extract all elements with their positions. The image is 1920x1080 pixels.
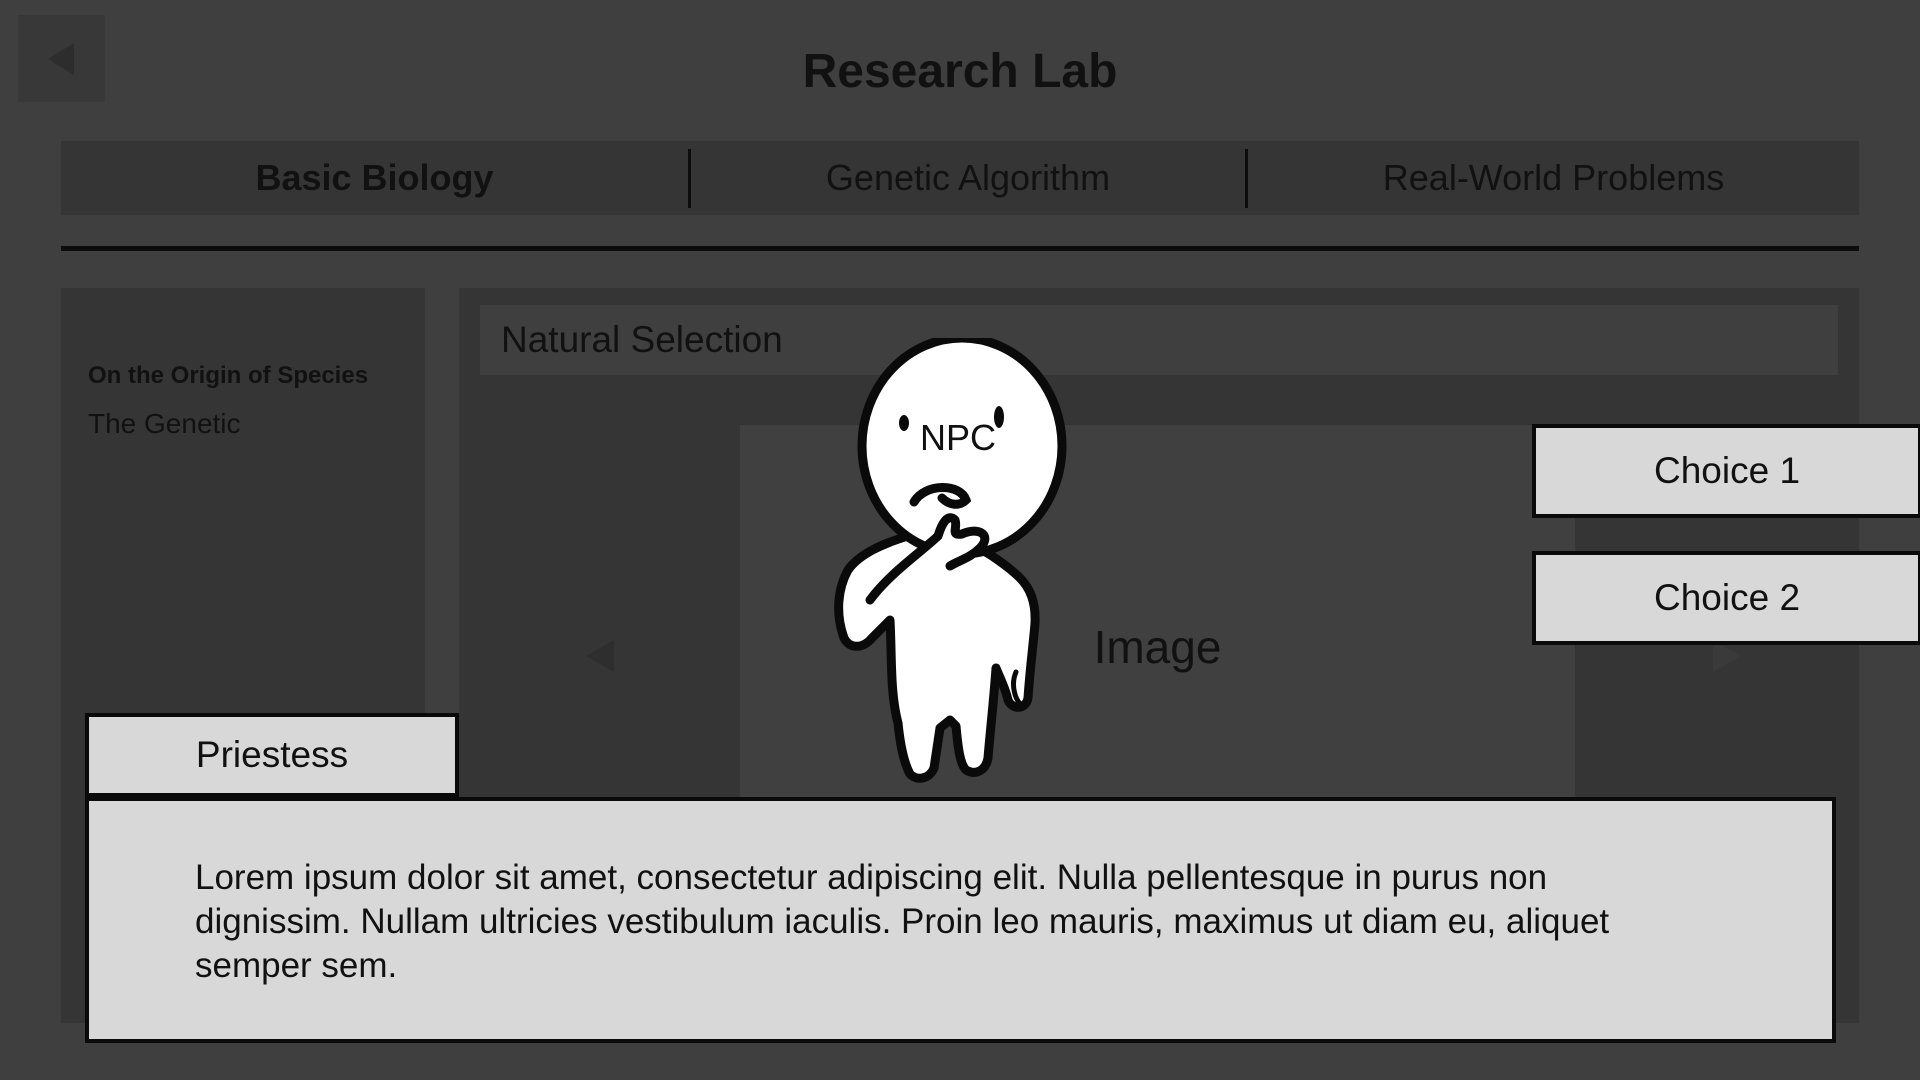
choice-2-button[interactable]: Choice 2	[1532, 551, 1920, 645]
thinking-character-icon	[834, 338, 1067, 783]
tab-basic-biology[interactable]: Basic Biology	[61, 141, 688, 215]
section-header: Natural Selection	[480, 305, 1838, 375]
dialogue-box[interactable]: Lorem ipsum dolor sit amet, consectetur …	[85, 797, 1836, 1043]
section-title: Natural Selection	[501, 319, 783, 360]
dialogue-text: Lorem ipsum dolor sit amet, consectetur …	[195, 858, 1610, 985]
sidebar-item-the-genetic[interactable]: The Genetic	[88, 408, 241, 440]
sidebar-item-origin-of-species[interactable]: On the Origin of Species	[88, 362, 368, 390]
npc-label: NPC	[920, 417, 997, 458]
choice-1-button[interactable]: Choice 1	[1532, 424, 1920, 518]
page-title: Research Lab	[802, 45, 1118, 98]
speaker-name: Priestess	[85, 713, 459, 797]
left-arrow-icon[interactable]	[582, 636, 618, 676]
tab-bar: Basic Biology Genetic Algorithm Real-Wor…	[61, 141, 1859, 215]
tab-genetic-algorithm[interactable]: Genetic Algorithm	[691, 141, 1245, 215]
tab-real-world-problems[interactable]: Real-World Problems	[1248, 141, 1859, 215]
tab-underline	[61, 246, 1859, 251]
